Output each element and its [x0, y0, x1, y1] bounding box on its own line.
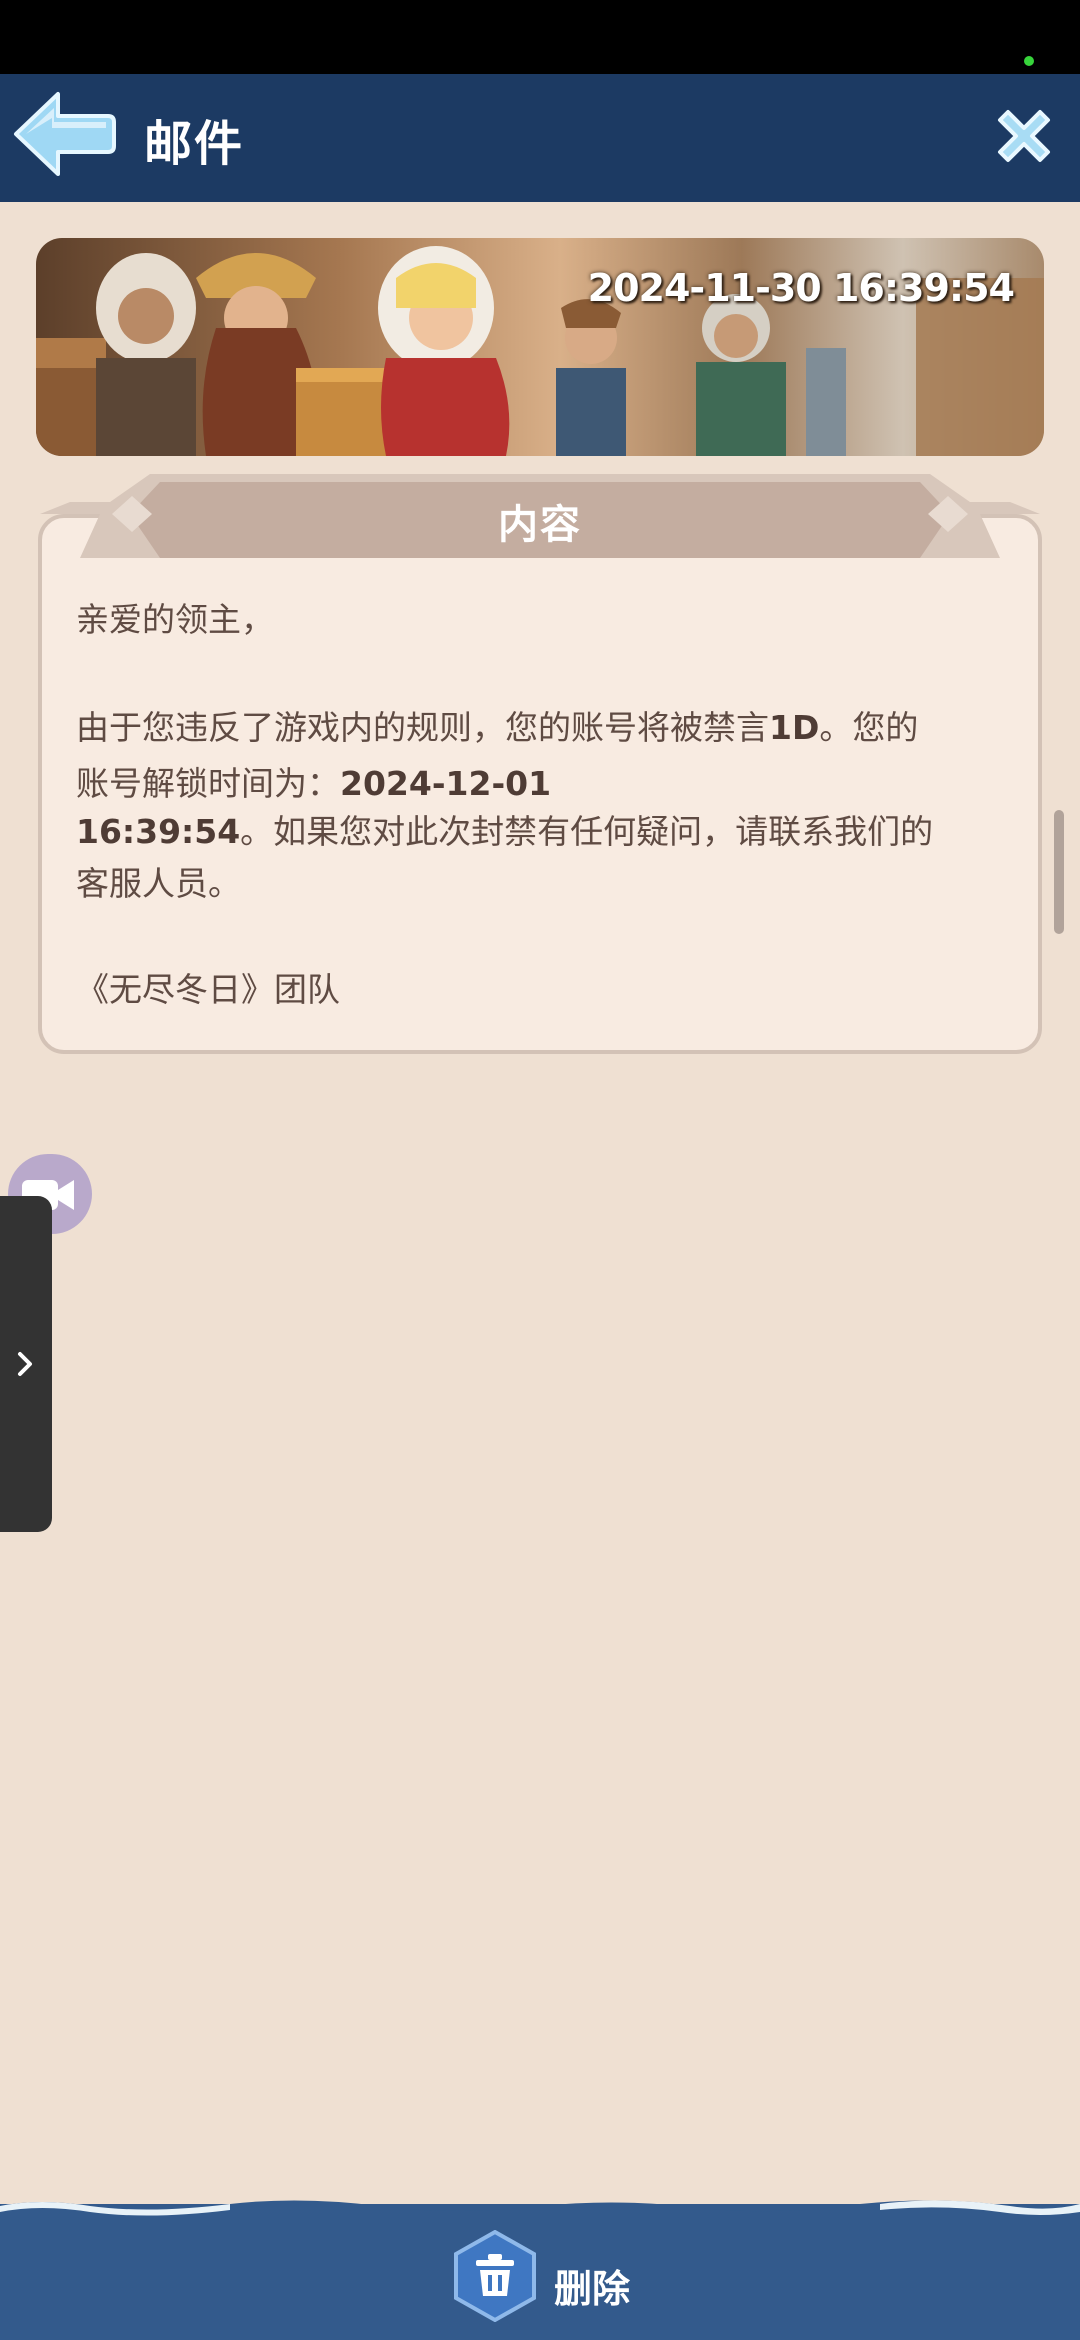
- mail-body-text: 。您的: [819, 708, 919, 747]
- mail-date: 2024-11-30 16:39:54: [587, 266, 1015, 310]
- status-indicator-dot: [1024, 56, 1034, 66]
- mail-signature: 《无尽冬日》团队: [76, 970, 340, 1009]
- top-header: 邮件: [0, 74, 1080, 202]
- mail-banner-image: 2024-11-30 16:39:54: [36, 238, 1044, 456]
- bottom-action-bar: [0, 2204, 1080, 2340]
- mail-greeting: 亲爱的领主，: [76, 600, 274, 639]
- side-drawer-handle[interactable]: [0, 1196, 52, 1532]
- scrollbar-thumb[interactable]: [1054, 810, 1064, 934]
- mail-body-text: 。如果您对此次封禁有任何疑问，请联系我们的: [240, 812, 934, 851]
- unlock-time: 16:39:54: [76, 812, 241, 851]
- back-button[interactable]: [12, 88, 116, 180]
- status-bar: [0, 0, 1080, 74]
- page-title: 邮件: [144, 116, 245, 172]
- mute-duration: 1D: [769, 708, 820, 747]
- close-x-icon: [998, 110, 1050, 162]
- mail-body-text: 账号解锁时间为：: [76, 764, 340, 803]
- mail-body-line-3: 16:39:54。如果您对此次封禁有任何疑问，请联系我们的: [76, 804, 996, 860]
- mail-body-line-1: 由于您违反了游戏内的规则，您的账号将被禁言1D。您的: [76, 700, 996, 756]
- snow-border-decoration: [0, 2200, 1080, 2224]
- main-card: [4, 202, 1076, 242]
- mail-body-line-4: 客服人员。: [76, 864, 241, 903]
- trash-icon: [454, 2229, 536, 2323]
- mail-body-text: 由于您违反了游戏内的规则，您的账号将被禁言: [76, 708, 769, 747]
- delete-button[interactable]: [452, 2229, 538, 2323]
- delete-button-label[interactable]: 删除: [554, 2258, 630, 2313]
- close-button[interactable]: [990, 102, 1058, 170]
- content-section-title: 内容: [498, 502, 582, 548]
- back-arrow-icon: [14, 92, 116, 176]
- content-section-header: 内容: [40, 474, 1040, 564]
- unlock-date: 2024-12-01: [340, 764, 552, 803]
- chevron-right-icon: [18, 1352, 32, 1376]
